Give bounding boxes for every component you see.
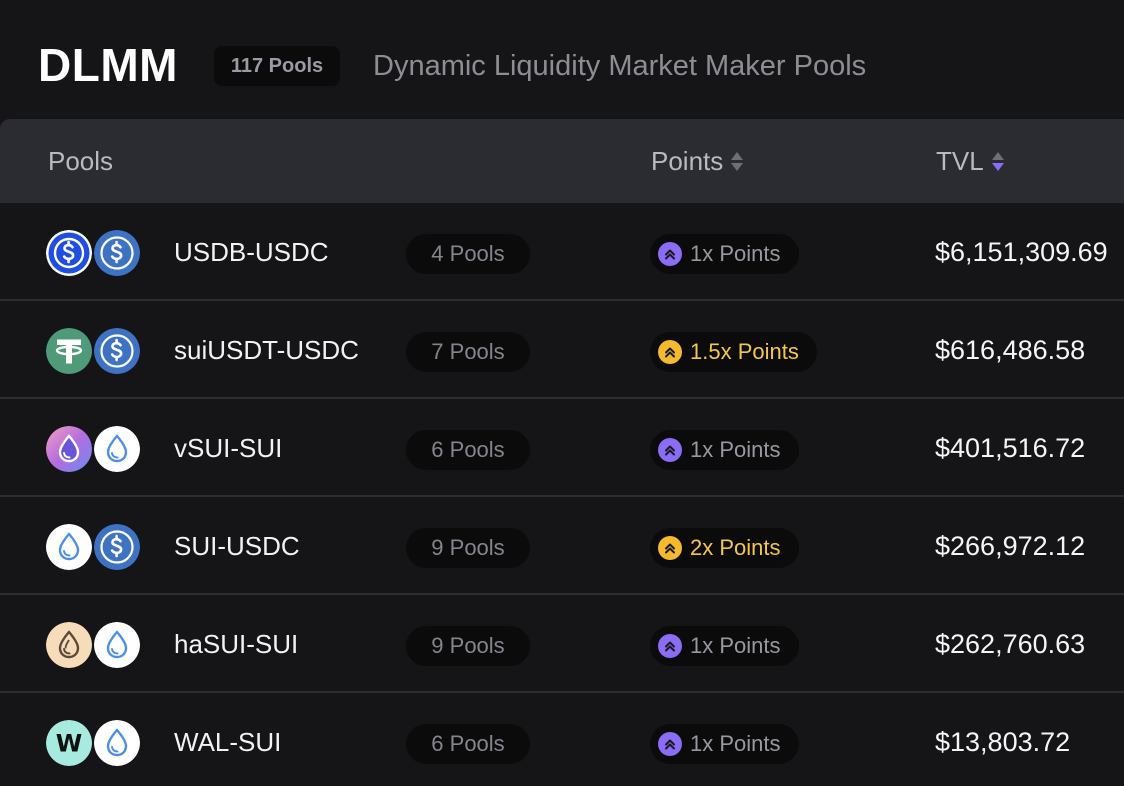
token-pair-icons — [46, 328, 142, 376]
usdc-icon — [94, 328, 140, 374]
column-header-tvl-label: TVL — [936, 145, 984, 176]
points-label: 1.5x Points — [690, 339, 799, 364]
points-label: 2x Points — [690, 535, 781, 560]
pair-name: WAL-SUI — [174, 726, 282, 757]
pool-count-badge: 7 Pools — [406, 332, 530, 372]
sort-descending-icon — [991, 162, 1004, 171]
points-badge: 1.5x Points — [650, 332, 817, 372]
wal-icon: W — [46, 720, 92, 766]
tvl-value: $616,486.58 — [935, 334, 1086, 365]
sui-icon — [46, 524, 92, 570]
hasui-icon — [46, 622, 92, 668]
points-badge: 2x Points — [650, 528, 799, 568]
pair-name: vSUI-SUI — [174, 432, 283, 463]
points-chevron-icon — [658, 634, 682, 658]
points-badge: 1x Points — [650, 626, 799, 666]
page-title: DLMM — [38, 39, 178, 91]
pool-count-badge: 9 Pools — [406, 626, 530, 666]
points-chevron-icon — [658, 340, 682, 364]
token-pair-icons — [46, 524, 142, 572]
table-row[interactable]: USDB-USDC 4 Pools 1x Points $6,151,309.69 — [0, 203, 1124, 301]
points-chevron-icon — [658, 732, 682, 756]
usdc-icon — [94, 524, 140, 570]
token-pair-icons — [46, 622, 142, 670]
sort-icon[interactable] — [731, 151, 744, 171]
column-header-points-label: Points — [651, 145, 724, 176]
pair-name: suiUSDT-USDC — [174, 334, 359, 365]
points-chevron-icon — [658, 438, 682, 462]
sort-ascending-icon — [991, 151, 1004, 160]
column-header-pools-label: Pools — [48, 145, 114, 176]
points-badge: 1x Points — [650, 724, 799, 764]
points-badge: 1x Points — [650, 430, 799, 470]
page-subtitle: Dynamic Liquidity Market Maker Pools — [373, 49, 867, 82]
dlmm-page: DLMM 117 Pools Dynamic Liquidity Market … — [0, 0, 1124, 786]
pools-table: Pools Points TVL USDB-USDC 4 Pools 1x Poin… — [0, 119, 1124, 786]
tvl-value: $266,972.12 — [935, 530, 1086, 561]
page-header: DLMM 117 Pools Dynamic Liquidity Market … — [0, 0, 1124, 120]
table-row[interactable]: W WAL-SUI 6 Pools 1x Points $13,803.72 — [0, 693, 1124, 786]
tvl-value: $262,760.63 — [935, 628, 1086, 659]
tvl-value: $13,803.72 — [935, 726, 1071, 757]
points-label: 1x Points — [690, 241, 781, 266]
vsui-icon — [46, 426, 92, 472]
sui-icon — [94, 426, 140, 472]
pair-name: haSUI-SUI — [174, 628, 299, 659]
column-header-tvl[interactable]: TVL — [936, 119, 1004, 203]
points-chevron-icon — [658, 536, 682, 560]
token-pair-icons — [46, 426, 142, 474]
sort-descending-icon — [731, 162, 744, 171]
points-chevron-icon — [658, 242, 682, 266]
token-pair-icons: W — [46, 720, 142, 768]
sort-ascending-icon — [731, 151, 744, 160]
table-row[interactable]: vSUI-SUI 6 Pools 1x Points $401,516.72 — [0, 399, 1124, 497]
usdt-icon — [46, 328, 92, 374]
pool-count-badge: 9 Pools — [406, 528, 530, 568]
table-row[interactable]: SUI-USDC 9 Pools 2x Points $266,972.12 — [0, 497, 1124, 595]
column-header-points[interactable]: Points — [651, 119, 744, 203]
pool-count-badge: 4 Pools — [406, 234, 530, 274]
tvl-value: $6,151,309.69 — [935, 236, 1108, 267]
points-label: 1x Points — [690, 437, 781, 462]
pool-count-badge: 117 Pools — [214, 46, 340, 86]
points-label: 1x Points — [690, 731, 781, 756]
pool-count-badge: 6 Pools — [406, 430, 530, 470]
usdc-icon — [94, 230, 140, 276]
pair-name: USDB-USDC — [174, 236, 329, 267]
sui-icon — [94, 622, 140, 668]
points-badge: 1x Points — [650, 234, 799, 274]
svg-text:W: W — [56, 730, 82, 758]
table-row[interactable]: suiUSDT-USDC 7 Pools 1.5x Points $616,486.5… — [0, 301, 1124, 399]
pair-name: SUI-USDC — [174, 530, 300, 561]
sui-icon — [94, 720, 140, 766]
token-pair-icons — [46, 230, 142, 278]
column-header-pools: Pools — [48, 119, 113, 203]
sort-icon-active[interactable] — [991, 151, 1004, 171]
points-label: 1x Points — [690, 633, 781, 658]
tvl-value: $401,516.72 — [935, 432, 1086, 463]
table-row[interactable]: haSUI-SUI 9 Pools 1x Points $262,760.63 — [0, 595, 1124, 693]
pool-count-badge: 6 Pools — [406, 724, 530, 764]
table-header: Pools Points TVL — [0, 119, 1124, 203]
usdb-icon — [46, 230, 92, 276]
